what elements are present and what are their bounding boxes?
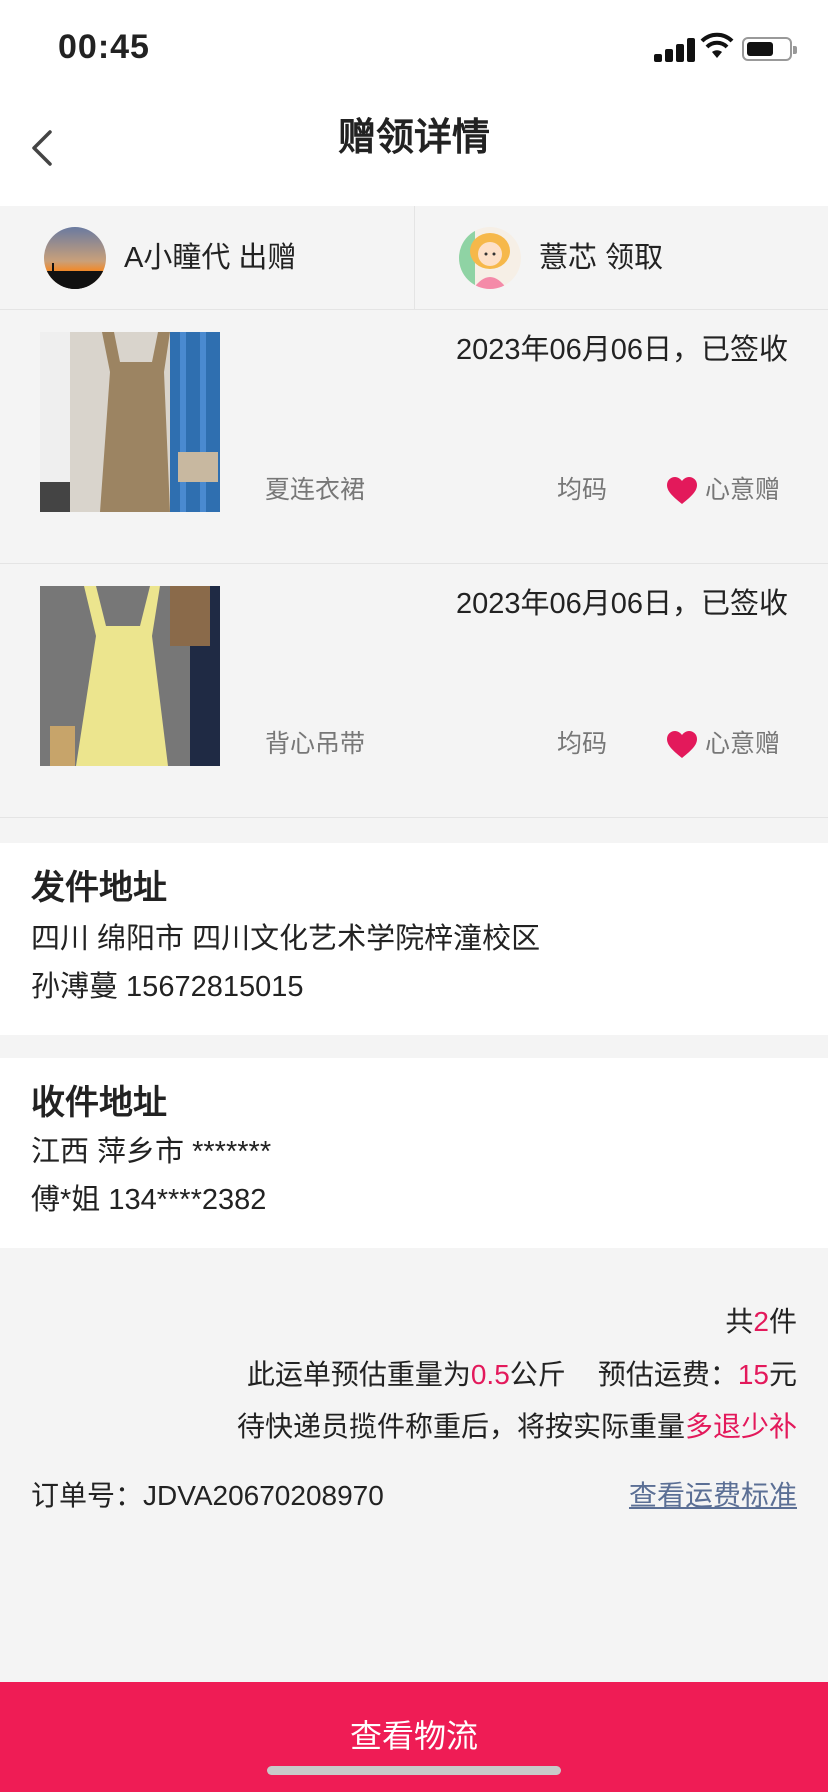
receiver-label: 薏芯 领取 <box>539 239 663 277</box>
weight-unit: 公斤 <box>509 1359 566 1390</box>
item-date-status: 2023年06月06日，已签收 <box>455 588 788 620</box>
item-name: 夏连衣裙 <box>265 476 366 504</box>
item-gift-tag: 心意赠 <box>705 476 781 504</box>
giver-action: 出赠 <box>238 242 297 274</box>
view-logistics-button[interactable]: 查看物流 <box>0 1682 828 1792</box>
fee-prefix: 预估运费： <box>597 1359 738 1390</box>
receiver-name: 薏芯 <box>539 242 598 274</box>
order-label: 订单号： <box>31 1480 144 1511</box>
item-size: 均码 <box>557 730 608 758</box>
order-number: 订单号：JDVA20670208970 <box>31 1478 384 1514</box>
view-fee-standard-link[interactable]: 查看运费标准 <box>629 1478 797 1514</box>
item-name: 背心吊带 <box>265 730 366 758</box>
sender-address-title: 发件地址 <box>31 869 167 907</box>
page-title: 赠领详情 <box>337 117 490 159</box>
giver-label: A小瞳代 出赠 <box>124 239 296 277</box>
weight-prefix: 此运单预估重量为 <box>246 1359 471 1390</box>
weight-fee-line: 此运单预估重量为0.5公斤 预估运费：15元 <box>247 1357 797 1393</box>
giver-avatar <box>44 227 106 289</box>
sender-address-card: 发件地址 四川 绵阳市 四川文化艺术学院梓潼校区 孙溥蔓 15672815015 <box>0 843 828 1035</box>
receiver-avatar <box>459 227 521 289</box>
heart-icon <box>667 477 697 504</box>
receiver-action: 领取 <box>605 242 664 274</box>
note-prefix: 待快递员揽件称重后，将按实际重量 <box>236 1411 685 1442</box>
item-photo-khaki-dress <box>40 332 220 512</box>
item-size: 均码 <box>557 476 608 504</box>
note-highlight: 多退少补 <box>684 1411 797 1442</box>
receiver-contact: 傅*姐 134****2382 <box>31 1184 267 1216</box>
item-photo-yellow-camisole <box>40 586 220 766</box>
giver-name: A小瞳代 <box>124 242 231 274</box>
nav-bar: 赠领详情 <box>0 96 828 206</box>
item-count: 共2件 <box>725 1304 797 1340</box>
receiver-address-title: 收件地址 <box>31 1084 167 1122</box>
giver-receiver-row: A小瞳代 出赠 薏芯 领取 <box>0 206 828 310</box>
status-time: 00:45 <box>58 28 150 66</box>
battery-icon <box>742 37 797 61</box>
sender-address-line: 四川 绵阳市 四川文化艺术学院梓潼校区 <box>31 923 541 955</box>
weight-value: 0.5 <box>470 1359 510 1390</box>
receiver-address-line: 江西 萍乡市 ******* <box>31 1136 272 1168</box>
cellular-signal-icon <box>654 36 704 62</box>
fee-value: 15 <box>737 1359 769 1390</box>
gift-item[interactable]: 2023年06月06日，已签收 夏连衣裙 均码 心意赠 <box>0 311 828 564</box>
weight-note: 待快递员揽件称重后，将按实际重量多退少补 <box>237 1409 797 1445</box>
home-indicator <box>267 1766 561 1775</box>
order-number-value: JDVA20670208970 <box>143 1480 384 1511</box>
count-suffix: 件 <box>768 1306 797 1337</box>
fee-unit: 元 <box>768 1359 797 1390</box>
count-value: 2 <box>753 1306 769 1337</box>
count-prefix: 共 <box>725 1306 754 1337</box>
view-logistics-label: 查看物流 <box>349 1718 478 1754</box>
giver-info[interactable]: A小瞳代 出赠 <box>0 206 414 310</box>
receiver-address-card: 收件地址 江西 萍乡市 ******* 傅*姐 134****2382 <box>0 1058 828 1248</box>
gift-item[interactable]: 2023年06月06日，已签收 背心吊带 均码 心意赠 <box>0 565 828 818</box>
wifi-icon <box>700 32 734 58</box>
status-bar: 00:45 <box>0 0 828 96</box>
heart-icon <box>667 731 697 758</box>
receiver-info[interactable]: 薏芯 领取 <box>414 206 828 310</box>
item-gift-tag: 心意赠 <box>705 730 781 758</box>
sender-contact: 孙溥蔓 15672815015 <box>31 971 304 1003</box>
item-date-status: 2023年06月06日，已签收 <box>455 334 788 366</box>
